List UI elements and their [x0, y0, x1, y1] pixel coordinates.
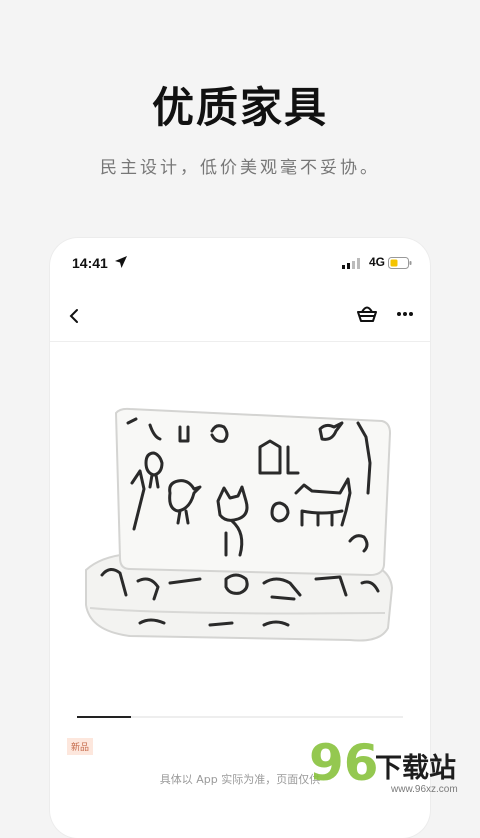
promo-headline: 优质家具	[151, 83, 328, 132]
nav-bar	[50, 293, 430, 342]
watermark-url: www.96xz.com	[391, 784, 458, 795]
battery-icon	[388, 257, 412, 269]
image-pager[interactable]	[77, 716, 403, 718]
promo-subline: 民主设计，低价美观毫不妥协。	[100, 158, 380, 178]
watermark-title: 下载站	[375, 753, 456, 784]
site-watermark: 96 下载站 www.96xz.com	[305, 734, 480, 800]
watermark-number: 96	[309, 734, 379, 792]
status-time: 14:41	[72, 255, 108, 271]
pager-indicator	[77, 716, 131, 718]
new-badge: 新品	[67, 738, 94, 755]
chevron-left-icon[interactable]	[64, 303, 84, 329]
location-arrow-icon	[115, 256, 127, 268]
ellipsis-icon[interactable]	[396, 303, 414, 325]
signal-icon	[342, 258, 360, 269]
product-image	[85, 407, 394, 642]
basket-icon[interactable]	[356, 303, 378, 325]
network-type: 4G	[368, 255, 385, 269]
status-bar: 14:41 4G	[50, 238, 430, 288]
